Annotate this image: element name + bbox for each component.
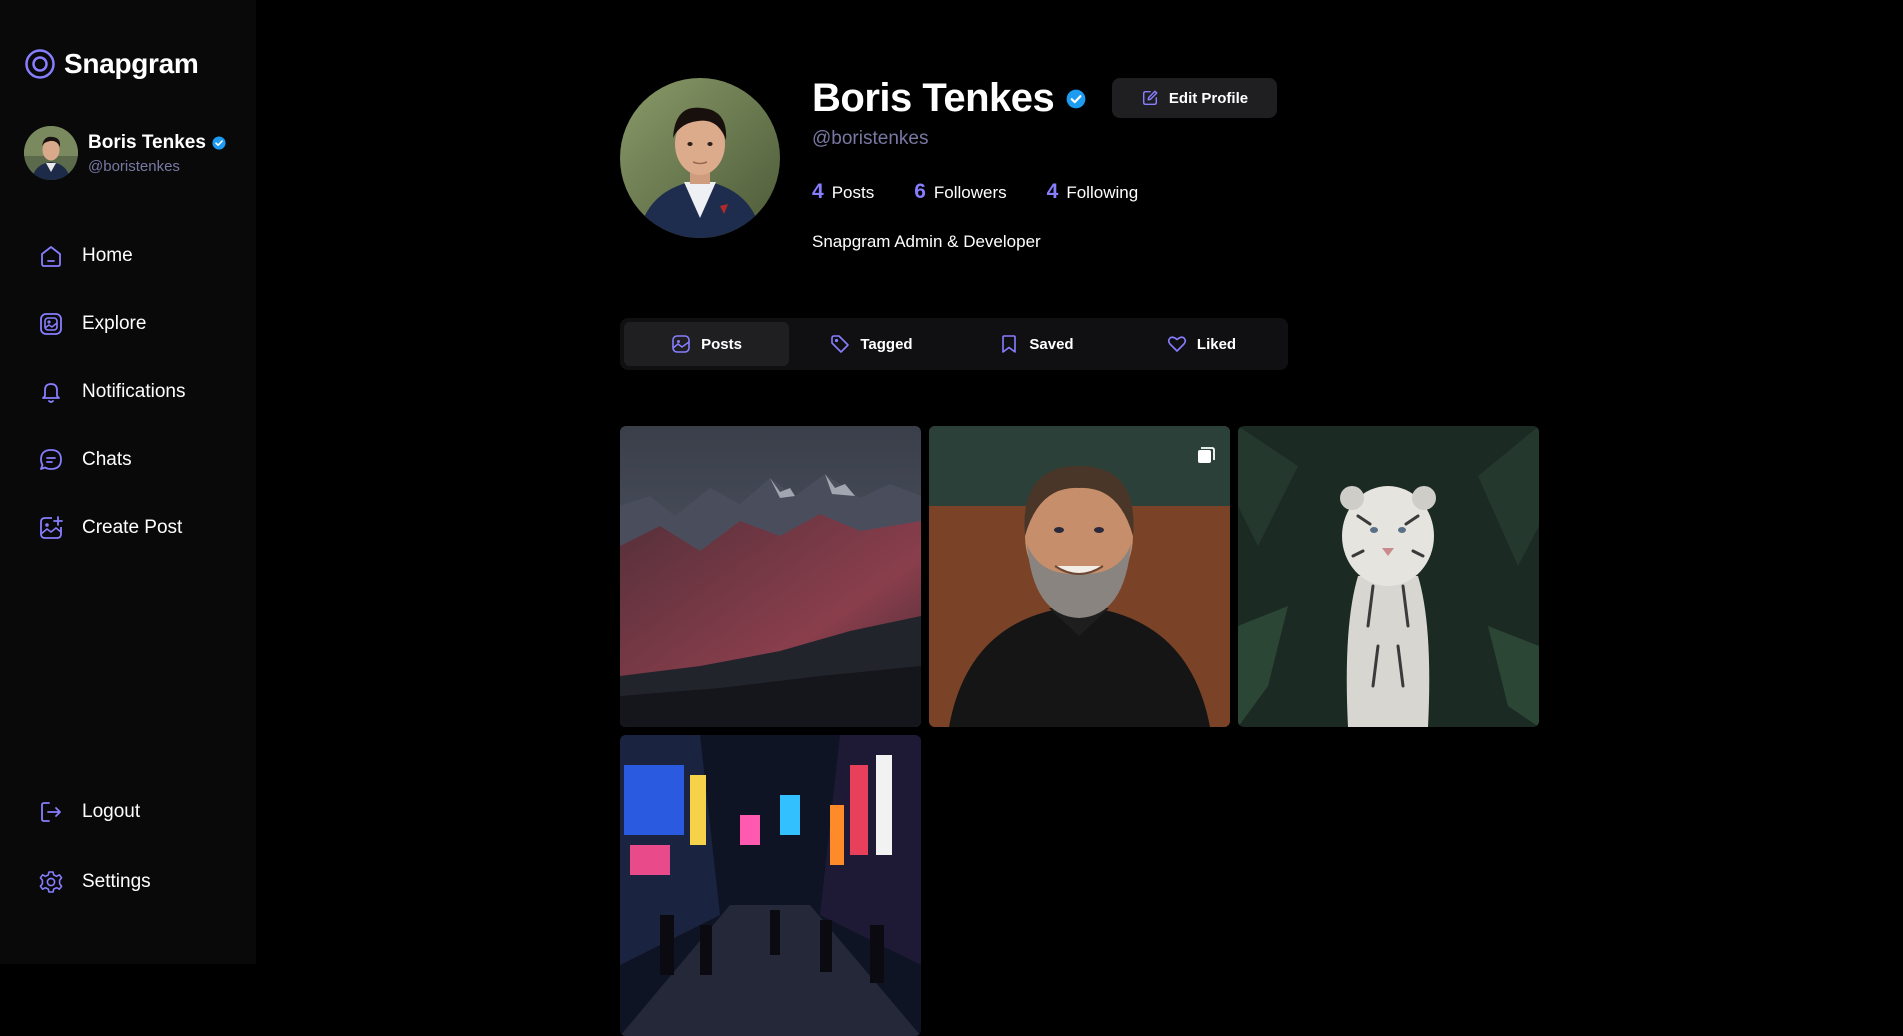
- bookmark-icon: [1002, 335, 1017, 353]
- profile-name-row: Boris Tenkes: [812, 76, 1086, 121]
- multiple-images-icon: [1198, 447, 1215, 463]
- app-name: Snapgram: [64, 48, 199, 79]
- settings-button[interactable]: Settings: [24, 854, 236, 910]
- tag-icon: [831, 335, 850, 353]
- main-nav: Home Explore Notifications Chats Create …: [24, 228, 236, 568]
- edit-profile-label: Edit Profile: [1168, 89, 1249, 107]
- edit-icon: [1142, 90, 1158, 106]
- profile-tabs: Posts Tagged Saved Liked: [620, 318, 1288, 370]
- stat-followers[interactable]: 6 Followers: [914, 180, 1006, 204]
- tab-saved[interactable]: Saved: [954, 322, 1119, 366]
- nav-item-home[interactable]: Home: [24, 228, 236, 284]
- logout-button[interactable]: Logout: [24, 784, 236, 840]
- stat-following-label: Following: [1066, 183, 1139, 202]
- bell-icon: [42, 383, 60, 403]
- posts-icon: [672, 335, 690, 353]
- nav-item-create-post[interactable]: Create Post: [24, 500, 236, 556]
- post-tile-city[interactable]: [620, 735, 921, 1036]
- avatar[interactable]: [24, 126, 78, 180]
- nav-label-notifications: Notifications: [82, 381, 186, 402]
- chat-icon: [40, 449, 62, 470]
- tab-saved-label: Saved: [1029, 335, 1074, 353]
- stat-posts: 4 Posts: [812, 180, 874, 204]
- home-icon: [41, 246, 61, 267]
- nav-item-chats[interactable]: Chats: [24, 432, 236, 488]
- nav-item-notifications[interactable]: Notifications: [24, 364, 236, 420]
- explore-icon: [40, 313, 62, 335]
- tab-liked[interactable]: Liked: [1119, 322, 1284, 366]
- nav-label-explore: Explore: [82, 313, 147, 334]
- profile-name: Boris Tenkes: [812, 76, 1055, 120]
- heart-icon: [1167, 336, 1187, 352]
- sidebar: Snapgram Boris Tenkes @boristenkes Home …: [0, 0, 256, 964]
- nav-label-home: Home: [82, 245, 133, 266]
- logo-icon: [25, 49, 55, 79]
- profile-bio: Snapgram Admin & Developer: [812, 232, 1041, 251]
- stat-following[interactable]: 4 Following: [1047, 180, 1139, 204]
- tab-liked-label: Liked: [1196, 335, 1237, 353]
- post-tile-tiger[interactable]: [1238, 426, 1539, 727]
- post-image: [1238, 426, 1539, 727]
- current-user-card[interactable]: Boris Tenkes @boristenkes: [24, 126, 226, 180]
- nav-item-explore[interactable]: Explore: [24, 296, 236, 352]
- app-logo[interactable]: Snapgram: [24, 48, 199, 80]
- verified-badge-icon: [1066, 89, 1086, 108]
- edit-profile-button[interactable]: Edit Profile: [1112, 78, 1277, 118]
- tab-tagged[interactable]: Tagged: [789, 322, 954, 366]
- post-tile-mountains[interactable]: [620, 426, 921, 727]
- stat-followers-label: Followers: [933, 183, 1007, 202]
- post-image: [620, 735, 921, 1036]
- stat-following-value: 4: [1046, 180, 1059, 203]
- post-tile-portrait[interactable]: [929, 426, 1230, 727]
- verified-badge-icon: [212, 135, 226, 150]
- current-user-handle: @boristenkes: [88, 157, 180, 175]
- post-image: [620, 426, 921, 727]
- create-post-icon: [40, 516, 63, 539]
- logout-label: Logout: [82, 801, 141, 822]
- profile-handle: @boristenkes: [812, 128, 929, 149]
- post-image: [929, 426, 1230, 727]
- profile-stats: 4 Posts 6 Followers 4 Following: [812, 180, 1138, 204]
- nav-label-create-post: Create Post: [82, 517, 183, 538]
- nav-label-chats: Chats: [82, 449, 132, 470]
- tab-posts[interactable]: Posts: [624, 322, 789, 366]
- stat-posts-value: 4: [812, 180, 824, 203]
- settings-label: Settings: [82, 871, 151, 892]
- current-user-name: Boris Tenkes: [88, 131, 206, 153]
- stat-followers-value: 6: [914, 180, 926, 203]
- bottom-nav: Logout Settings: [24, 784, 236, 924]
- logout-icon: [41, 802, 61, 822]
- gear-icon: [39, 871, 63, 893]
- stat-posts-label: Posts: [831, 183, 875, 202]
- tab-posts-label: Posts: [701, 335, 742, 353]
- profile-avatar: [620, 78, 780, 238]
- tab-tagged-label: Tagged: [860, 335, 913, 353]
